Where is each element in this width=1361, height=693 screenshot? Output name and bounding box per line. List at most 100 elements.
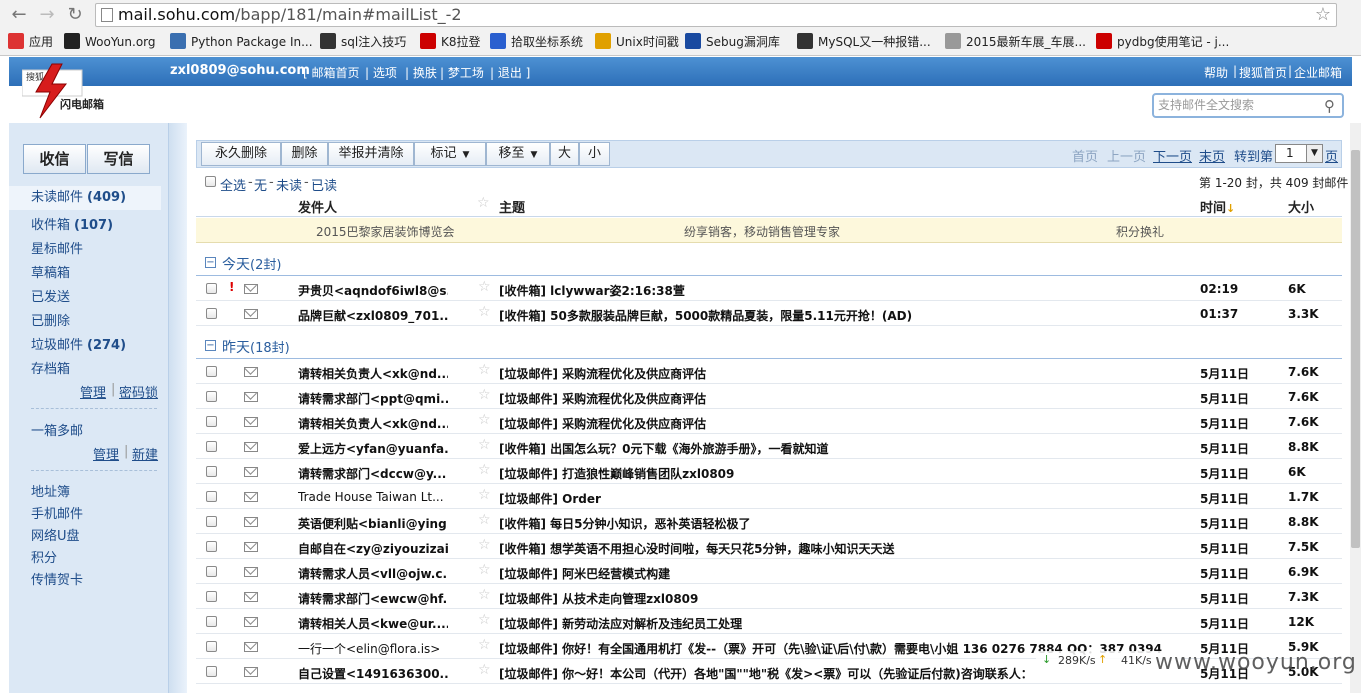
star-icon[interactable]: ☆ xyxy=(478,487,491,503)
collapse-icon[interactable]: − xyxy=(205,340,216,351)
column-size[interactable]: 大小 xyxy=(1288,197,1314,216)
mail-sender[interactable]: 尹贵贝<aqndof6iwl8@s... xyxy=(298,282,448,299)
new-account-link[interactable]: 新建 xyxy=(132,444,158,463)
collapse-icon[interactable]: − xyxy=(205,257,216,268)
mail-checkbox[interactable] xyxy=(206,566,217,577)
header-nav-link[interactable]: [ 邮箱首页 xyxy=(303,64,360,81)
bookmark-item[interactable]: K8拉登 xyxy=(420,33,481,51)
mail-subject[interactable]: [收件箱] 想学英语不用担心没时间啦，每天只花5分钟，趣味小知识天天送 xyxy=(499,540,1184,557)
ad-middle[interactable]: 纷享销客，移动销售管理专家 xyxy=(684,223,840,240)
toolbar-button[interactable]: 移至 ▼ xyxy=(486,142,550,166)
mail-sender[interactable]: 请转相关负责人<xk@nd... xyxy=(298,415,448,432)
bookmark-item[interactable]: 2015最新车展_车展... xyxy=(945,33,1086,51)
star-column-icon[interactable]: ☆ xyxy=(477,195,490,211)
star-icon[interactable]: ☆ xyxy=(478,587,491,603)
pager-goto-link[interactable]: 转到第 xyxy=(1234,146,1273,165)
mail-sender[interactable]: 请转需求人员<vll@ojw.c... xyxy=(298,565,448,582)
select-all-checkbox[interactable] xyxy=(205,176,216,187)
bookmark-item[interactable]: pydbg使用笔记 - j... xyxy=(1096,33,1229,51)
bookmark-item[interactable]: WooYun.org xyxy=(64,33,156,51)
column-subject[interactable]: 主题 xyxy=(499,197,525,216)
mail-row[interactable]: 请转相关负责人<xk@nd... ☆ [垃圾邮件] 采购流程优化及供应商评估 5月11… xyxy=(196,359,1342,384)
sohu-mail-logo[interactable]: 搜狐 闪电邮箱 xyxy=(21,62,110,122)
mail-checkbox[interactable] xyxy=(206,491,217,502)
mail-row[interactable]: 请转需求人员<vll@ojw.c... ☆ [垃圾邮件] 阿米巴经营模式构建 5月11… xyxy=(196,559,1342,584)
select-none-link[interactable]: 无 xyxy=(254,175,267,194)
mail-subject[interactable]: [垃圾邮件] 打造狼性巅峰销售团队zxl0809 xyxy=(499,465,1184,482)
sidebar-folder-item[interactable]: 已删除 xyxy=(31,310,74,329)
star-icon[interactable]: ☆ xyxy=(478,612,491,628)
mail-subject[interactable]: [收件箱] 50多款服装品牌巨献，5000款精品夏装，限量5.11元开抢！(AD… xyxy=(499,307,1184,324)
star-icon[interactable]: ☆ xyxy=(478,279,491,295)
mail-checkbox[interactable] xyxy=(206,516,217,527)
sidebar-tool-item[interactable]: 网络U盘 xyxy=(31,525,80,544)
sidebar-folder-item[interactable]: 已发送 xyxy=(31,286,74,305)
star-icon[interactable]: ☆ xyxy=(478,662,491,678)
search-icon[interactable]: ⚲ xyxy=(1324,97,1335,115)
receive-button[interactable]: 收信 xyxy=(23,144,86,174)
header-right-link[interactable]: 帮助 xyxy=(1204,64,1228,81)
mail-row[interactable]: 自邮自在<zy@ziyouzizai... ☆ [收件箱] 想学英语不用担心没时间啦… xyxy=(196,534,1342,559)
page-select[interactable]: 1 ▼ xyxy=(1275,144,1323,163)
mail-checkbox[interactable] xyxy=(206,591,217,602)
mail-checkbox[interactable] xyxy=(206,541,217,552)
compose-button[interactable]: 写信 xyxy=(87,144,150,174)
mail-subject[interactable]: [垃圾邮件] 采购流程优化及供应商评估 xyxy=(499,365,1184,382)
mail-subject[interactable]: [收件箱] 每日5分钟小知识，恶补英语轻松极了 xyxy=(499,515,1184,532)
sidebar-folder-item[interactable]: 星标邮件 xyxy=(31,238,87,257)
mail-row[interactable]: 请转相关负责人<xk@nd... ☆ [垃圾邮件] 采购流程优化及供应商评估 5月11… xyxy=(196,409,1342,434)
mail-sender[interactable]: 请转需求部门<ewcw@hf... xyxy=(298,590,448,607)
pager-prev-link[interactable]: 上一页 xyxy=(1107,146,1146,165)
mail-sender[interactable]: 爱上远方<yfan@yuanfa... xyxy=(298,440,448,457)
mail-checkbox[interactable] xyxy=(206,441,217,452)
select-all-link[interactable]: 全选 xyxy=(220,175,246,194)
mail-group-header[interactable]: − 今天(2封) xyxy=(196,250,1342,276)
mail-subject[interactable]: [垃圾邮件] 从技术走向管理zxl0809 xyxy=(499,590,1184,607)
mail-checkbox[interactable] xyxy=(206,416,217,427)
pager-last-link[interactable]: 末页 xyxy=(1199,146,1225,165)
mail-checkbox[interactable] xyxy=(206,366,217,377)
mail-checkbox[interactable] xyxy=(206,666,217,677)
mail-subject[interactable]: [垃圾邮件] 新劳动法应对解析及违纪员工处理 xyxy=(499,615,1184,632)
sidebar-tool-item[interactable]: 地址簿 xyxy=(31,481,70,500)
header-right-link[interactable]: 企业邮箱 xyxy=(1294,64,1342,81)
mail-sender[interactable]: 自己设置<1491636300... xyxy=(298,665,448,682)
mail-row[interactable]: 请转相关人员<kwe@ur.... ☆ [垃圾邮件] 新劳动法应对解析及违纪员工处理… xyxy=(196,609,1342,634)
column-time[interactable]: 时间↓ xyxy=(1200,197,1235,216)
bookmark-item[interactable]: 拾取坐标系统 xyxy=(490,33,583,51)
sidebar-tool-item[interactable]: 积分 xyxy=(31,547,57,566)
sidebar-tool-item[interactable]: 手机邮件 xyxy=(31,503,83,522)
header-nav-link[interactable]: | 梦工场 xyxy=(440,64,484,81)
toolbar-button[interactable]: 举报并清除 xyxy=(328,142,414,166)
mail-sender[interactable]: Trade House Taiwan Lt... xyxy=(298,490,448,504)
mail-group-header[interactable]: − 昨天(18封) xyxy=(196,333,1342,359)
mail-subject[interactable]: [收件箱] 出国怎么玩？0元下载《海外旅游手册》，一看就知道 xyxy=(499,440,1184,457)
header-nav-link[interactable]: | 换肤 xyxy=(405,64,437,81)
manage-accounts-link[interactable]: 管理 xyxy=(93,444,119,463)
ad-right[interactable]: 积分换礼 xyxy=(1116,223,1164,240)
star-icon[interactable]: ☆ xyxy=(478,387,491,403)
back-icon[interactable]: ← xyxy=(8,4,30,26)
header-nav-link[interactable]: | 退出 ] xyxy=(490,64,530,81)
password-lock-link[interactable]: 密码锁 xyxy=(119,382,158,401)
mail-checkbox[interactable] xyxy=(206,641,217,652)
toolbar-button[interactable]: 小 xyxy=(579,142,610,166)
star-icon[interactable]: ☆ xyxy=(478,537,491,553)
mail-subject[interactable]: [垃圾邮件] 采购流程优化及供应商评估 xyxy=(499,415,1184,432)
bookmark-item[interactable]: Python Package In... xyxy=(170,33,313,51)
mail-row[interactable]: 请转需求部门<ewcw@hf... ☆ [垃圾邮件] 从技术走向管理zxl0809 5… xyxy=(196,584,1342,609)
multi-box-link[interactable]: 一箱多邮 xyxy=(31,420,83,439)
mail-row[interactable]: ! 尹贵贝<aqndof6iwl8@s... ☆ [收件箱] lclywwar姿2:1… xyxy=(196,276,1342,301)
bookmark-item[interactable]: MySQL又一种报错... xyxy=(797,33,931,51)
mail-row[interactable]: 请转需求部门<dccw@y... ☆ [垃圾邮件] 打造狼性巅峰销售团队zxl080… xyxy=(196,459,1342,484)
star-icon[interactable]: ☆ xyxy=(478,304,491,320)
bookmark-item[interactable]: Sebug漏洞库 xyxy=(685,33,780,51)
bookmark-star-icon[interactable]: ☆ xyxy=(1315,4,1331,26)
mail-row[interactable]: Trade House Taiwan Lt... ☆ [垃圾邮件] Order 5月1… xyxy=(196,484,1342,509)
pager-next-link[interactable]: 下一页 xyxy=(1153,146,1192,165)
star-icon[interactable]: ☆ xyxy=(478,462,491,478)
mail-checkbox[interactable] xyxy=(206,466,217,477)
scrollbar-thumb[interactable] xyxy=(1351,150,1360,548)
mail-sender[interactable]: 请转相关人员<kwe@ur.... xyxy=(298,615,448,632)
toolbar-button[interactable]: 标记 ▼ xyxy=(414,142,486,166)
